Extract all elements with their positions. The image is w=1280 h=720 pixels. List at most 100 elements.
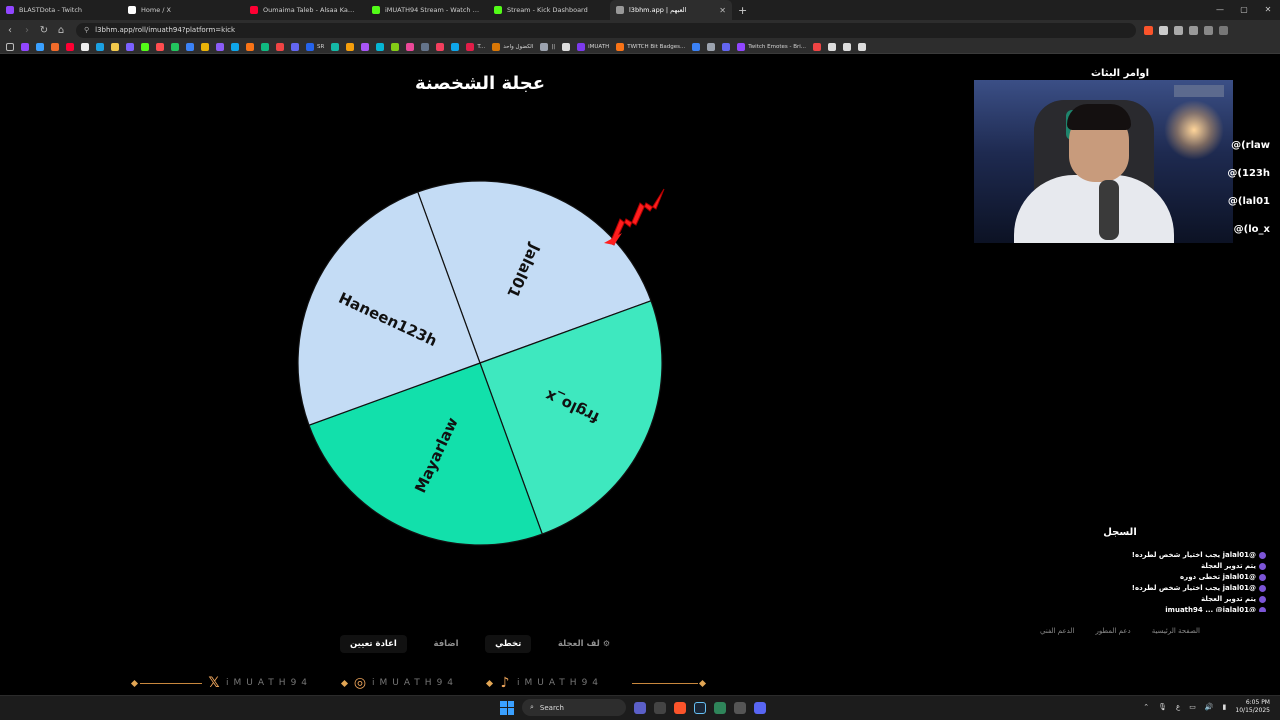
bookmark-favicon-icon [156, 42, 164, 51]
app-icon[interactable] [654, 701, 666, 714]
bookmark-item[interactable] [141, 42, 149, 51]
network-icon[interactable]: ▭ [1189, 703, 1196, 711]
bookmark-item[interactable] [707, 42, 716, 51]
close-window-button[interactable]: ✕ [1256, 0, 1280, 20]
bookmark-item[interactable] [421, 42, 430, 51]
apps-grid-icon[interactable] [6, 42, 14, 51]
bookmark-item[interactable] [376, 42, 385, 51]
browser-tab[interactable]: Home / X [122, 0, 244, 20]
bookmark-item[interactable] [692, 42, 701, 51]
brave-icon[interactable] [674, 701, 686, 714]
bookmark-item[interactable] [171, 42, 179, 51]
clock[interactable]: 6:05 PM 10/15/2025 [1235, 699, 1270, 715]
menu-icon[interactable] [1219, 25, 1228, 35]
bookmark-item[interactable] [246, 42, 254, 51]
home-link[interactable]: الصفحة الرئيسية [1152, 627, 1200, 635]
bookmark-item[interactable] [231, 42, 239, 51]
bookmark-item[interactable] [186, 42, 194, 51]
mic-icon[interactable]: 🎙 [1158, 703, 1167, 711]
instagram-icon[interactable]: ◎ [352, 675, 368, 691]
log-entry-icon [1259, 573, 1266, 581]
language-indicator[interactable]: ع [1176, 703, 1180, 711]
bookmark-item[interactable]: || [540, 42, 555, 51]
bookmark-item[interactable] [828, 42, 837, 51]
extension-icon[interactable] [1189, 25, 1198, 35]
brave-shield-icon[interactable] [1144, 25, 1153, 35]
bookmark-item[interactable] [451, 42, 460, 51]
support-dev-link[interactable]: دعم المطور [1096, 627, 1131, 635]
browser-tab[interactable]: BLASTDota - Twitch [0, 0, 122, 20]
maximize-button[interactable]: ▢ [1232, 0, 1256, 20]
bookmark-item[interactable] [391, 42, 400, 51]
bookmark-item[interactable] [66, 42, 74, 51]
taskbar: ⌕ Search ⌃ 🎙 ع ▭ 🔊 ▮ 6:05 PM 10/15/2025 [0, 695, 1280, 720]
bookmark-item[interactable] [346, 42, 355, 51]
minimize-button[interactable]: — [1208, 0, 1232, 20]
x-logo-icon[interactable]: 𝕏 [206, 675, 222, 691]
bookmark-item[interactable]: الكضول واحد [492, 42, 533, 51]
bookmark-item[interactable]: iMUATH [577, 42, 609, 51]
steam-icon[interactable] [694, 701, 706, 714]
site-info-icon[interactable]: ⚲ [84, 26, 89, 34]
bookmark-item[interactable] [126, 42, 134, 51]
chevron-up-icon[interactable]: ⌃ [1143, 703, 1149, 711]
url-field[interactable]: ⚲ l3bhm.app/roll/imuath94?platform=kick [76, 22, 1136, 38]
bookmark-item[interactable] [361, 42, 370, 51]
sidebar-icon[interactable] [1204, 25, 1213, 35]
bookmark-item[interactable] [722, 42, 731, 51]
bookmark-item[interactable] [291, 42, 299, 51]
browser-tab[interactable]: Oumaima Taleb - Alsaa Kam | Offi [244, 0, 366, 20]
bookmark-item[interactable] [21, 42, 29, 51]
add-button[interactable]: اضافة [423, 635, 468, 653]
bookmark-item[interactable] [436, 42, 445, 51]
tech-support-link[interactable]: الدعم الفني [1040, 627, 1074, 635]
app-icon[interactable] [714, 701, 726, 714]
bookmark-item[interactable] [156, 42, 164, 51]
bookmark-item[interactable] [51, 42, 59, 51]
bookmark-item[interactable] [276, 42, 284, 51]
bookmark-item[interactable] [36, 42, 44, 51]
extension-icon[interactable] [1159, 25, 1168, 35]
browser-tab[interactable]: Stream - Kick Dashboard [488, 0, 610, 20]
close-tab-icon[interactable]: ✕ [719, 6, 726, 15]
bookmark-item[interactable]: SR [306, 42, 324, 51]
bookmark-item[interactable] [843, 42, 852, 51]
task-view-icon[interactable] [634, 701, 646, 714]
bookmark-item[interactable] [81, 42, 89, 51]
browser-tab[interactable]: l3bhm.app | العبهم ✕ [610, 0, 732, 20]
spin-wheel-button[interactable]: ⚙لف العجلة [548, 635, 620, 653]
tiktok-icon[interactable]: ♪ [497, 675, 513, 691]
bookmark-favicon-icon [406, 42, 415, 51]
battery-icon[interactable]: ▮ [1223, 703, 1227, 711]
bookmark-item[interactable] [96, 42, 104, 51]
bookmark-item[interactable] [261, 42, 269, 51]
browser-tab[interactable]: iMUATH94 Stream - Watch Live o [366, 0, 488, 20]
bookmark-item[interactable] [406, 42, 415, 51]
bookmark-item[interactable]: Twitch Emotes - Bri... [737, 42, 806, 51]
bookmark-item[interactable] [858, 42, 867, 51]
bookmark-item[interactable]: T... [466, 42, 485, 51]
log-list[interactable]: @jalal01 يجب اختيار شخص لطرده! يتم تدوير … [1060, 550, 1266, 612]
back-icon[interactable]: ‹ [3, 25, 17, 36]
volume-icon[interactable]: 🔊 [1205, 703, 1214, 711]
reset-button[interactable]: اعادة تعيين [340, 635, 407, 653]
page-title: عجلة الشخصنة [414, 73, 546, 94]
taskbar-search[interactable]: ⌕ Search [522, 699, 626, 716]
app-icon[interactable] [734, 701, 746, 714]
extension-icon[interactable] [1174, 25, 1183, 35]
reload-icon[interactable]: ↻ [37, 25, 51, 36]
new-tab-button[interactable]: + [738, 4, 747, 17]
bookmark-item[interactable] [331, 42, 340, 51]
bookmark-item[interactable] [562, 42, 571, 51]
forward-icon[interactable]: › [20, 25, 34, 36]
bookmark-item[interactable] [201, 42, 209, 51]
bookmark-item[interactable] [813, 42, 822, 51]
start-icon[interactable] [500, 700, 514, 715]
bookmark-item[interactable] [111, 42, 119, 51]
bookmark-item[interactable]: TWITCH Bit Badges... [616, 42, 685, 51]
bookmark-item[interactable] [216, 42, 224, 51]
discord-icon[interactable] [754, 701, 766, 714]
address-bar-row: ‹ › ↻ ⌂ ⚲ l3bhm.app/roll/imuath94?platfo… [0, 20, 1280, 40]
skip-button[interactable]: تخطي [485, 635, 532, 653]
home-icon[interactable]: ⌂ [54, 25, 68, 36]
